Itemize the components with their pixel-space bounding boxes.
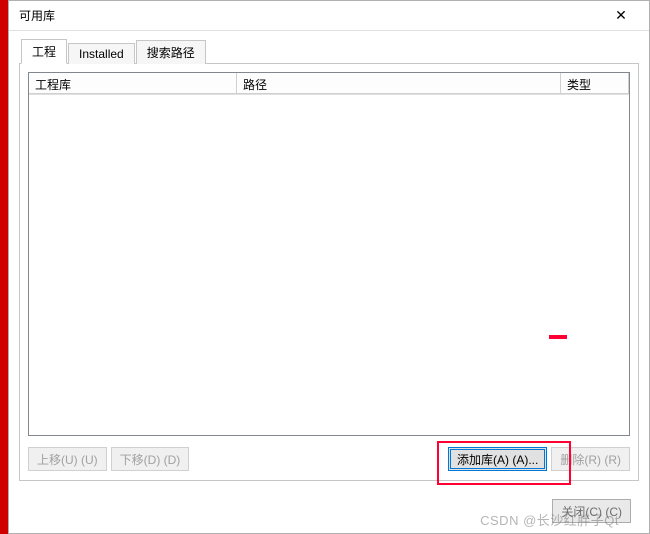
library-list[interactable]: 工程库 路径 类型 bbox=[28, 72, 630, 436]
window-title: 可用库 bbox=[19, 7, 55, 24]
titlebar: 可用库 ✕ bbox=[9, 1, 649, 31]
close-icon[interactable]: ✕ bbox=[601, 2, 641, 30]
background-strip bbox=[0, 0, 8, 534]
move-up-button[interactable]: 上移(U) (U) bbox=[28, 447, 107, 471]
tab-strip: 工程 Installed 搜索路径 bbox=[21, 41, 639, 63]
column-path[interactable]: 路径 bbox=[237, 73, 561, 94]
column-library[interactable]: 工程库 bbox=[29, 73, 237, 94]
move-down-button[interactable]: 下移(D) (D) bbox=[111, 447, 190, 471]
content-area: 工程 Installed 搜索路径 工程库 路径 类型 上移(U) (U) 下移… bbox=[9, 31, 649, 493]
button-row: 上移(U) (U) 下移(D) (D) 添加库(A) (A)... 删除(R) … bbox=[28, 446, 630, 472]
add-library-button[interactable]: 添加库(A) (A)... bbox=[448, 447, 547, 471]
list-header: 工程库 路径 类型 bbox=[29, 73, 629, 95]
tab-project[interactable]: 工程 bbox=[21, 39, 67, 64]
close-button[interactable]: 关闭(C) (C) bbox=[552, 499, 631, 523]
delete-button[interactable]: 删除(R) (R) bbox=[551, 447, 630, 471]
column-type[interactable]: 类型 bbox=[561, 73, 629, 94]
tab-installed[interactable]: Installed bbox=[68, 43, 135, 64]
left-buttons: 上移(U) (U) 下移(D) (D) bbox=[28, 447, 189, 471]
right-buttons: 添加库(A) (A)... 删除(R) (R) bbox=[448, 447, 630, 471]
annotation-mark bbox=[549, 335, 567, 339]
list-body[interactable] bbox=[29, 95, 629, 435]
tab-search-path[interactable]: 搜索路径 bbox=[136, 40, 206, 64]
tab-panel: 工程库 路径 类型 上移(U) (U) 下移(D) (D) 添加库(A) (A)… bbox=[19, 63, 639, 481]
dialog-window: 可用库 ✕ 工程 Installed 搜索路径 工程库 路径 类型 bbox=[8, 0, 650, 534]
footer: 关闭(C) (C) CSDN @长沙红胖子Qt bbox=[9, 493, 649, 533]
